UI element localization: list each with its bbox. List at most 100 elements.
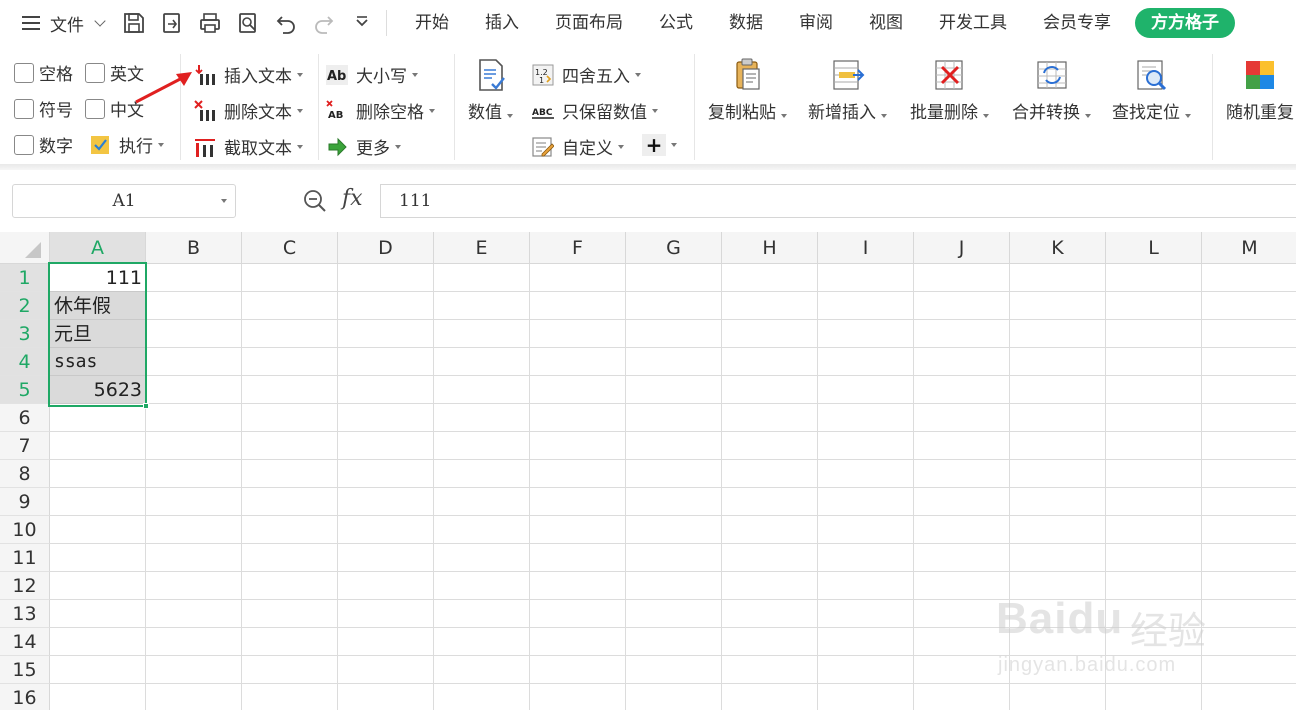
cell-i1[interactable] — [818, 264, 914, 292]
cell-f13[interactable] — [530, 600, 626, 628]
cell-i16[interactable] — [818, 684, 914, 710]
cell-k2[interactable] — [1010, 292, 1106, 320]
cell-m5[interactable] — [1202, 376, 1296, 404]
cell-j8[interactable] — [914, 460, 1010, 488]
cell-i12[interactable] — [818, 572, 914, 600]
cell-m2[interactable] — [1202, 292, 1296, 320]
custom-button[interactable]: 自定义 — [532, 134, 624, 159]
cell-i9[interactable] — [818, 488, 914, 516]
cell-c5[interactable] — [242, 376, 338, 404]
cell-m6[interactable] — [1202, 404, 1296, 432]
cell-a15[interactable] — [50, 656, 146, 684]
merge-convert-button[interactable]: 合并转换 — [1012, 58, 1091, 123]
cell-j11[interactable] — [914, 544, 1010, 572]
tab-view[interactable]: 视图 — [851, 8, 921, 38]
cell-c4[interactable] — [242, 348, 338, 376]
delete-text-button[interactable]: 删除文本 — [194, 98, 303, 123]
cell-l4[interactable] — [1106, 348, 1202, 376]
cell-h11[interactable] — [722, 544, 818, 572]
extract-text-button[interactable]: 截取文本 — [194, 134, 303, 159]
cell-d2[interactable] — [338, 292, 434, 320]
cell-value-a1[interactable]: 111 — [50, 264, 146, 292]
checkbox-number[interactable]: 数字 — [14, 132, 73, 157]
cell-k11[interactable] — [1010, 544, 1106, 572]
cell-g13[interactable] — [626, 600, 722, 628]
cell-value-a3[interactable]: 元旦 — [50, 320, 146, 348]
cell-c15[interactable] — [242, 656, 338, 684]
column-header-i[interactable]: I — [818, 232, 914, 264]
cell-d12[interactable] — [338, 572, 434, 600]
cell-g2[interactable] — [626, 292, 722, 320]
cell-h6[interactable] — [722, 404, 818, 432]
cell-c2[interactable] — [242, 292, 338, 320]
column-header-g[interactable]: G — [626, 232, 722, 264]
cell-l2[interactable] — [1106, 292, 1202, 320]
cell-e9[interactable] — [434, 488, 530, 516]
cell-b9[interactable] — [146, 488, 242, 516]
cell-m9[interactable] — [1202, 488, 1296, 516]
cell-l10[interactable] — [1106, 516, 1202, 544]
cell-j3[interactable] — [914, 320, 1010, 348]
row-header-10[interactable]: 10 — [0, 516, 50, 544]
column-header-l[interactable]: L — [1106, 232, 1202, 264]
tab-insert[interactable]: 插入 — [467, 8, 537, 38]
cell-c6[interactable] — [242, 404, 338, 432]
cell-g3[interactable] — [626, 320, 722, 348]
cell-c1[interactable] — [242, 264, 338, 292]
row-header-3[interactable]: 3 — [0, 320, 50, 348]
cell-j5[interactable] — [914, 376, 1010, 404]
cell-j1[interactable] — [914, 264, 1010, 292]
select-all-corner[interactable] — [0, 232, 50, 264]
tab-review[interactable]: 审阅 — [781, 8, 851, 38]
cell-l5[interactable] — [1106, 376, 1202, 404]
cell-i6[interactable] — [818, 404, 914, 432]
cell-a13[interactable] — [50, 600, 146, 628]
cell-d5[interactable] — [338, 376, 434, 404]
cell-h4[interactable] — [722, 348, 818, 376]
cell-l6[interactable] — [1106, 404, 1202, 432]
cell-d16[interactable] — [338, 684, 434, 710]
cell-g11[interactable] — [626, 544, 722, 572]
cell-b10[interactable] — [146, 516, 242, 544]
cell-e11[interactable] — [434, 544, 530, 572]
row-header-9[interactable]: 9 — [0, 488, 50, 516]
cell-h2[interactable] — [722, 292, 818, 320]
cell-d8[interactable] — [338, 460, 434, 488]
cell-g15[interactable] — [626, 656, 722, 684]
cell-e13[interactable] — [434, 600, 530, 628]
cell-f5[interactable] — [530, 376, 626, 404]
row-header-15[interactable]: 15 — [0, 656, 50, 684]
cell-b2[interactable] — [146, 292, 242, 320]
cell-a8[interactable] — [50, 460, 146, 488]
cell-j10[interactable] — [914, 516, 1010, 544]
cell-d9[interactable] — [338, 488, 434, 516]
fill-handle[interactable] — [143, 403, 149, 409]
cell-k8[interactable] — [1010, 460, 1106, 488]
cell-e16[interactable] — [434, 684, 530, 710]
insert-new-button[interactable]: 新增插入 — [808, 58, 887, 123]
tab-formulas[interactable]: 公式 — [641, 8, 711, 38]
cell-j9[interactable] — [914, 488, 1010, 516]
checkbox-box[interactable] — [85, 62, 105, 83]
cell-m3[interactable] — [1202, 320, 1296, 348]
row-header-13[interactable]: 13 — [0, 600, 50, 628]
cell-f11[interactable] — [530, 544, 626, 572]
cell-i11[interactable] — [818, 544, 914, 572]
column-header-h[interactable]: H — [722, 232, 818, 264]
print-preview-icon[interactable] — [236, 11, 260, 35]
row-header-12[interactable]: 12 — [0, 572, 50, 600]
cell-f4[interactable] — [530, 348, 626, 376]
cell-value-a2[interactable]: 休年假 — [50, 292, 146, 320]
cell-m7[interactable] — [1202, 432, 1296, 460]
cell-g6[interactable] — [626, 404, 722, 432]
cell-g7[interactable] — [626, 432, 722, 460]
cell-c9[interactable] — [242, 488, 338, 516]
cell-h3[interactable] — [722, 320, 818, 348]
cell-a12[interactable] — [50, 572, 146, 600]
row-header-4[interactable]: 4 — [0, 348, 50, 376]
redo-icon[interactable] — [312, 11, 336, 35]
copy-paste-button[interactable]: 复制粘贴 — [708, 58, 787, 123]
checkbox-symbol[interactable]: 符号 — [14, 96, 73, 121]
cell-c13[interactable] — [242, 600, 338, 628]
row-header-16[interactable]: 16 — [0, 684, 50, 710]
